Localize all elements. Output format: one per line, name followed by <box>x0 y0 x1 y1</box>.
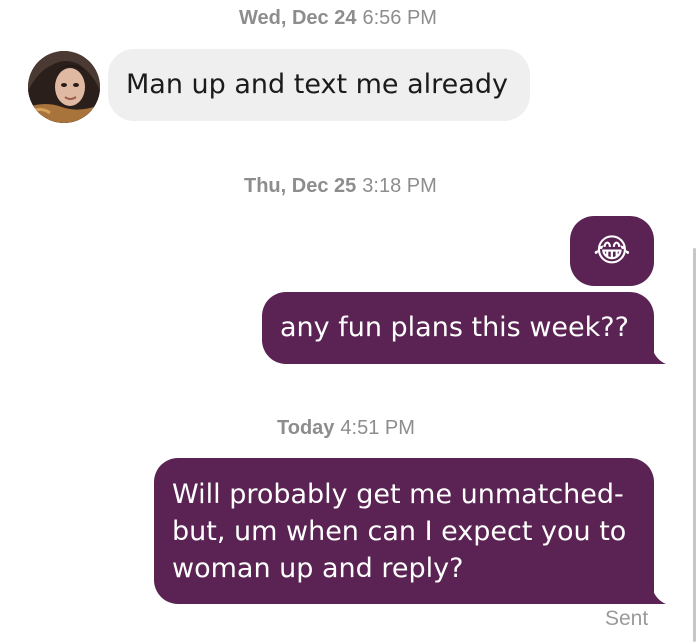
timestamp-time: 3:18 PM <box>362 175 437 197</box>
incoming-message[interactable]: Man up and text me already <box>108 49 530 121</box>
profile-photo-icon <box>28 51 100 123</box>
outgoing-message-emoji[interactable]: 😂 <box>570 216 654 286</box>
timestamp-day: Thu, Dec 25 <box>244 175 357 197</box>
scrollbar[interactable] <box>693 248 696 642</box>
timestamp-day: Wed, Dec 24 <box>239 7 357 29</box>
delivery-status: Sent <box>605 607 649 630</box>
avatar[interactable] <box>28 51 100 123</box>
message-text: Will probably get me unmatched- but, um … <box>172 479 627 584</box>
timestamp-time: 6:56 PM <box>362 7 437 29</box>
message-text: Man up and text me already <box>126 69 508 100</box>
timestamp-dec-25: Thu, Dec 25 3:18 PM <box>244 175 437 198</box>
chat-thread[interactable]: Wed, Dec 24 6:56 PM Man up and text me al… <box>0 0 700 642</box>
bubble-tail-icon <box>652 588 666 604</box>
outgoing-message[interactable]: Will probably get me unmatched- but, um … <box>154 458 654 604</box>
outgoing-message[interactable]: any fun plans this week?? <box>262 292 654 364</box>
timestamp-today: Today 4:51 PM <box>277 417 415 440</box>
bubble-tail-icon <box>652 348 666 364</box>
timestamp-day: Today <box>277 417 335 439</box>
message-text: any fun plans this week?? <box>280 312 629 343</box>
timestamp-time: 4:51 PM <box>340 417 415 439</box>
timestamp-dec-24: Wed, Dec 24 6:56 PM <box>239 7 437 30</box>
emoji-text: 😂 <box>593 231 631 269</box>
